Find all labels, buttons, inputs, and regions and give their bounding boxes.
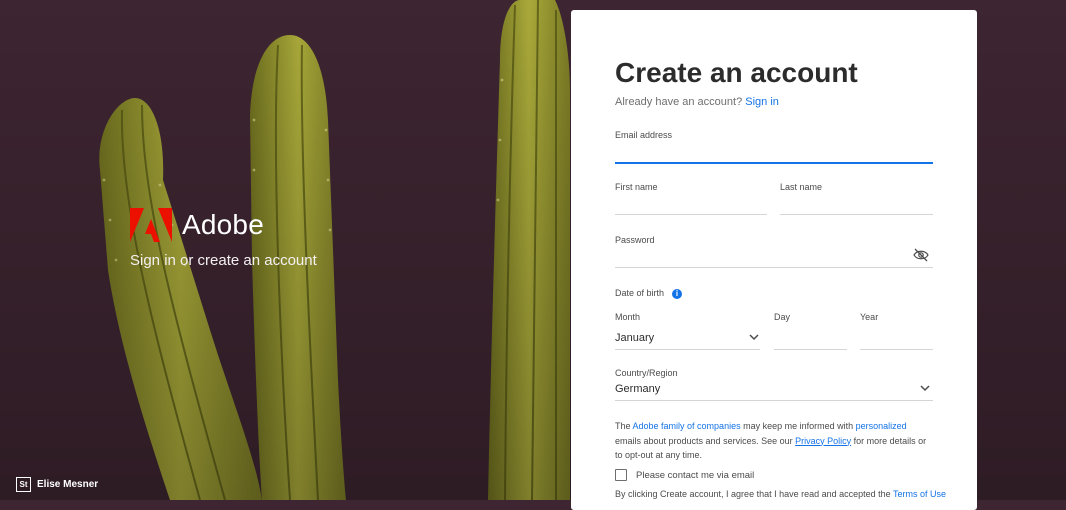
terms-of-use-link[interactable]: Terms of Use [893,489,946,499]
email-field[interactable] [615,140,933,164]
password-field[interactable] [615,245,933,268]
brand-block: Adobe Sign in or create an account [130,208,317,269]
day-label: Day [774,312,791,322]
page-title: Create an account [615,57,858,88]
photo-credit-name: Elise Mesner [37,479,99,490]
terms-text-body: By clicking Create account, I agree that… [615,489,894,499]
contact-checkbox-row[interactable]: Please contact me via email [615,469,754,481]
first-name-label: First name [615,182,658,192]
personalized-link[interactable]: personalized [856,421,907,431]
consent-part3: emails about products and services. See … [615,435,796,446]
photo-credit[interactable]: St Elise Mesner [16,477,98,492]
brand-name: Adobe [182,209,264,240]
month-label: Month [615,312,641,322]
adobe-logo-icon [130,208,172,242]
consent-part1: The [615,421,633,431]
adobe-family-link[interactable]: Adobe family of companies [633,421,741,431]
privacy-policy-link[interactable]: Privacy Policy [795,436,851,446]
terms-text: By clicking Create account, I agree that… [615,489,946,499]
year-label: Year [860,312,879,322]
last-name-field[interactable] [780,192,933,215]
stock-icon: St [16,477,31,492]
country-label: Country/Region [615,368,678,378]
have-account-text: Already have an account? Sign in [615,96,779,108]
chevron-down-icon [920,385,930,392]
consent-text: The Adobe family of companies may keep m… [615,419,933,463]
country-select[interactable]: Germany [615,378,933,401]
chevron-down-icon [749,334,759,341]
info-icon[interactable]: i [672,288,683,299]
day-field[interactable] [774,327,847,350]
year-field[interactable] [860,327,933,350]
email-label: Email address [615,130,673,140]
show-password-icon[interactable] [913,248,929,262]
dob-label: Date of birth i [615,288,683,299]
month-value: January [615,332,655,344]
password-label: Password [615,235,655,245]
have-account-label: Already have an account? [615,96,743,108]
country-value: Germany [615,383,661,395]
create-account-panel: Create an account Already have an accoun… [571,10,977,510]
first-name-field[interactable] [615,192,767,215]
month-select[interactable]: January [615,327,760,350]
sign-in-link[interactable]: Sign in [745,96,779,108]
contact-checkbox-label: Please contact me via email [636,469,755,481]
brand-tagline: Sign in or create an account [130,252,317,269]
consent-part2: may keep me informed with [740,421,856,431]
brand-row: Adobe [130,208,317,242]
contact-checkbox[interactable] [615,469,627,481]
last-name-label: Last name [780,182,823,192]
dob-label-text: Date of birth [615,288,665,298]
